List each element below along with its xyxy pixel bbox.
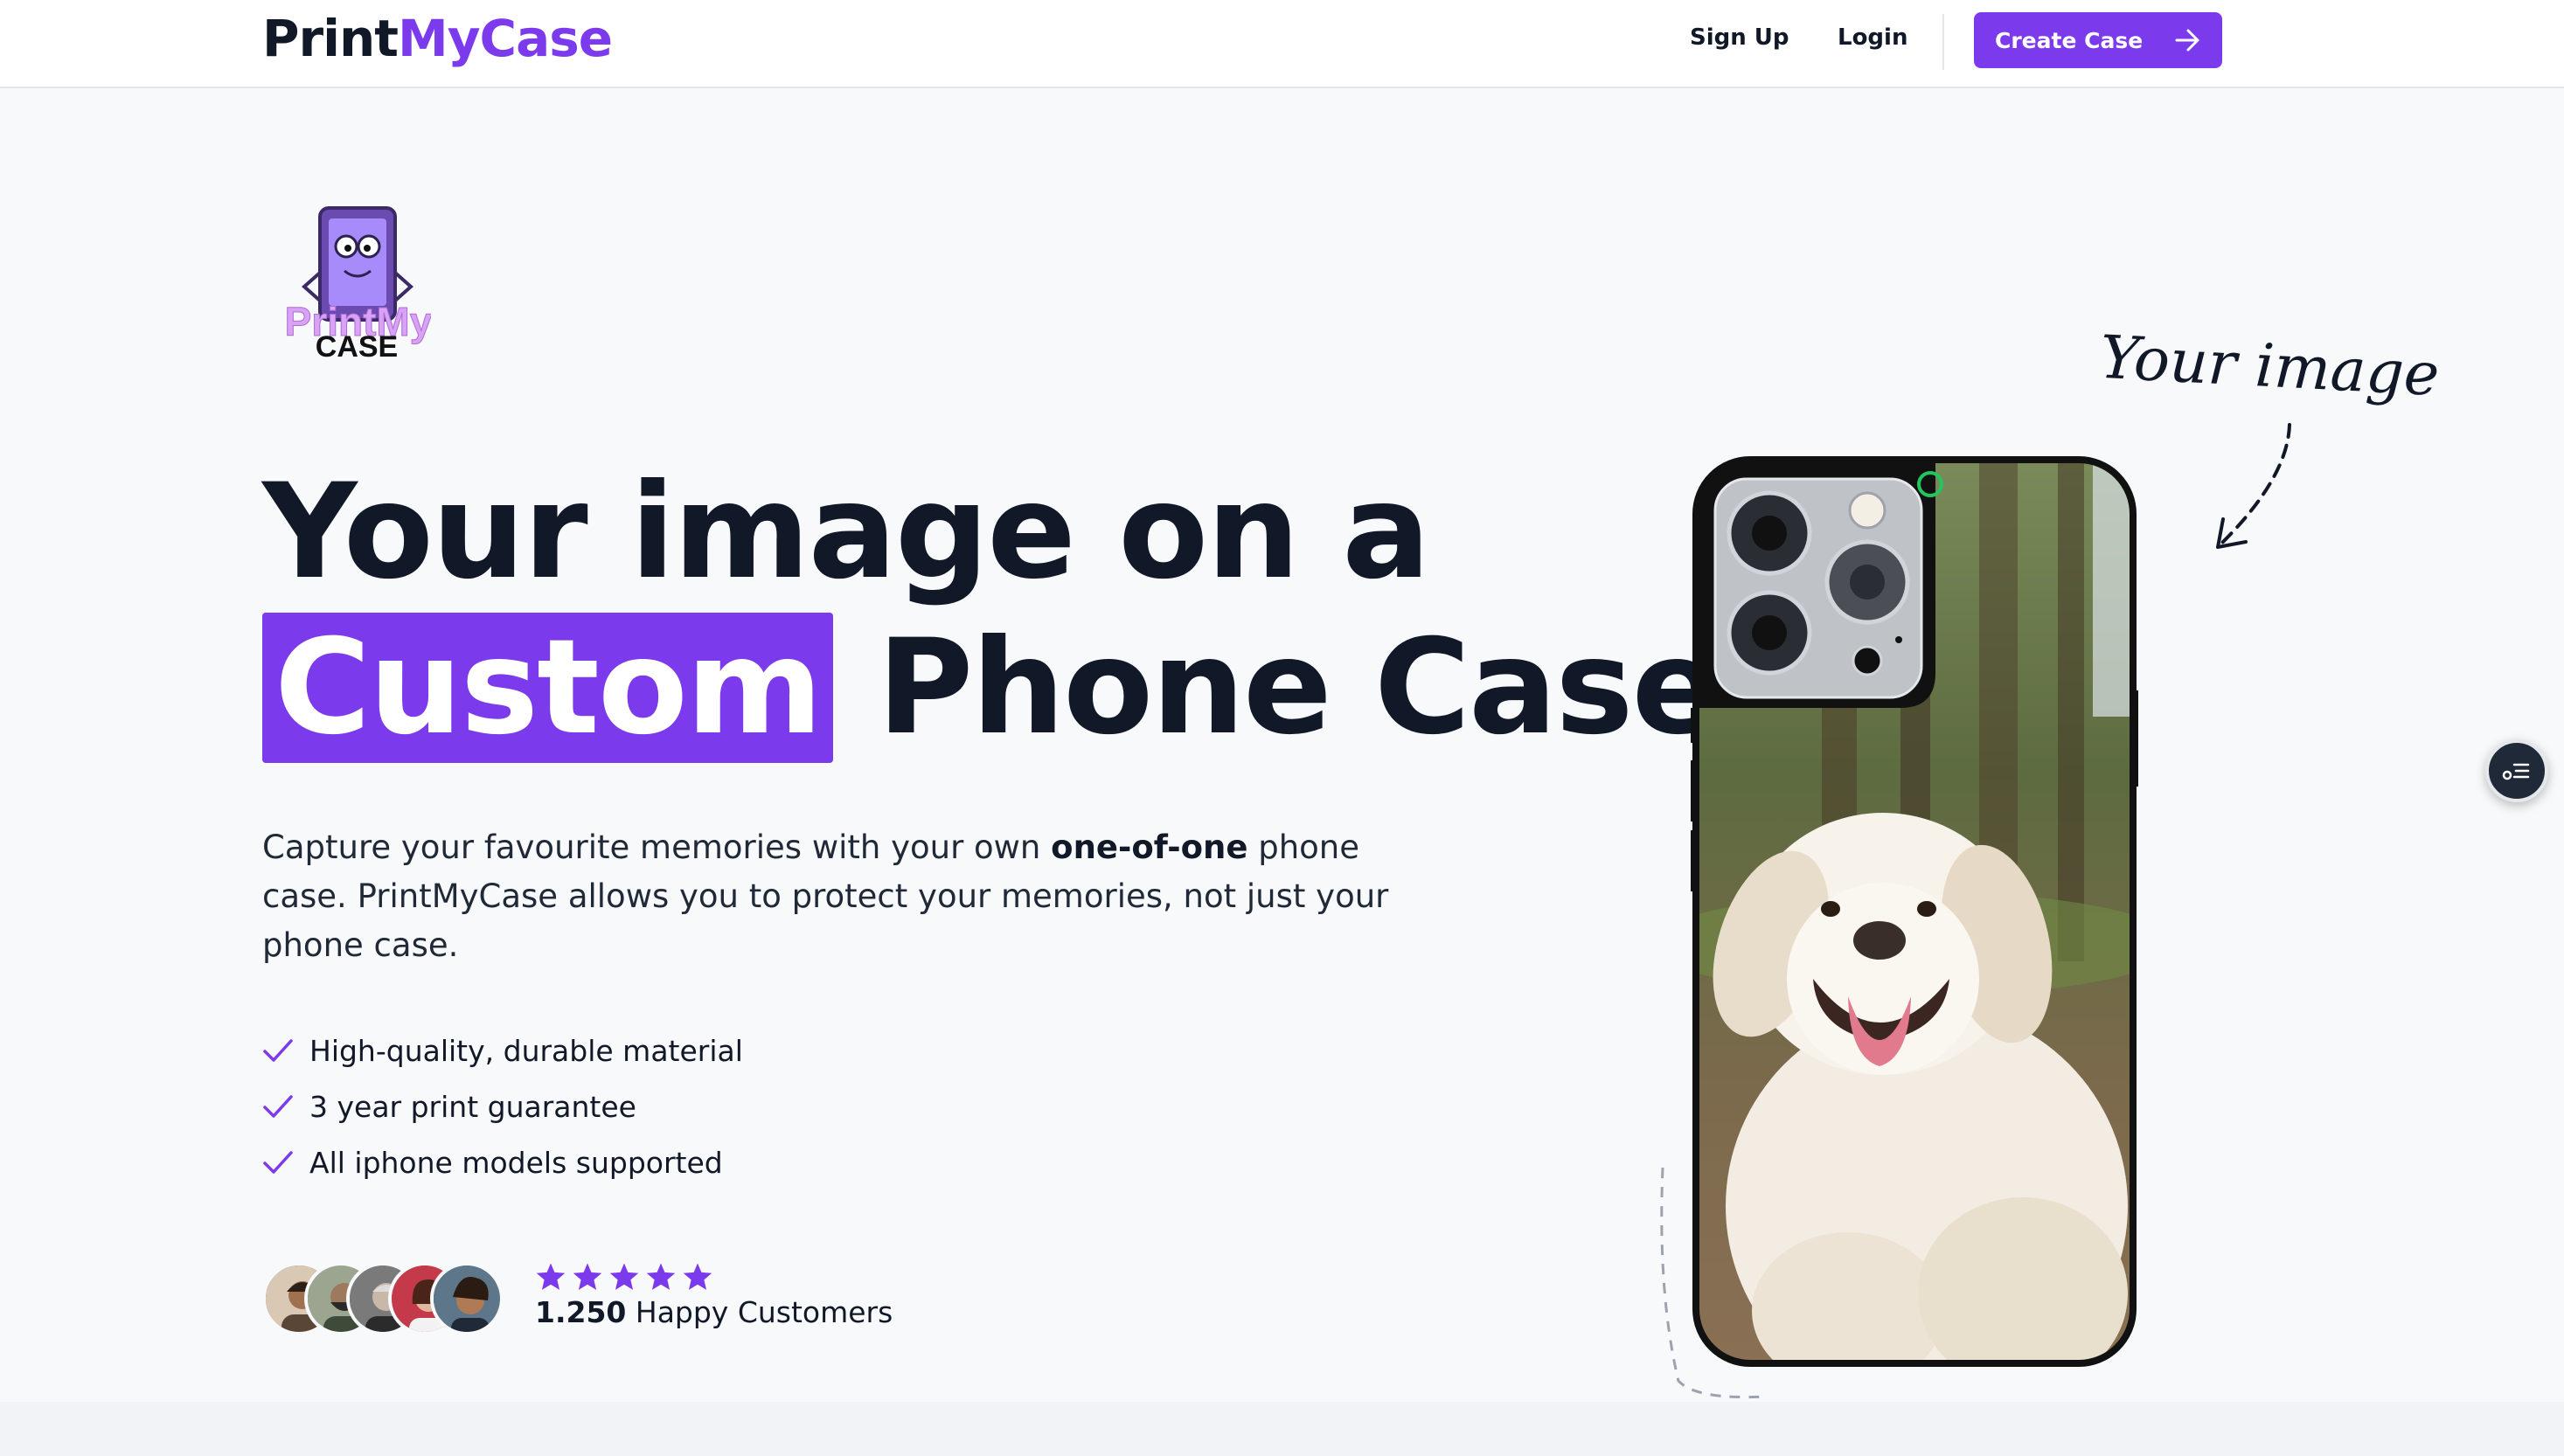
feature-item: High-quality, durable material	[262, 1023, 743, 1078]
section-bottom-strip	[0, 1402, 2564, 1456]
headline-rest: Phone Case	[833, 612, 1720, 764]
headline-line2: Custom Phone Case	[262, 610, 1720, 766]
star-icon	[573, 1263, 602, 1290]
happy-customers-count: 1.250 Happy Customers	[535, 1295, 893, 1329]
checkmark-icon	[263, 1151, 293, 1174]
feature-item: All iphone models supported	[262, 1134, 743, 1190]
avatar	[430, 1262, 504, 1335]
feature-item: 3 year print guarantee	[262, 1078, 743, 1134]
arrow-right-icon	[2175, 29, 2199, 52]
feature-list: High-quality, durable material 3 year pr…	[262, 1023, 743, 1190]
description-part1: Capture your favourite memories with you…	[262, 829, 1052, 866]
brand-logo-text-bottom: CASE	[316, 330, 398, 364]
signup-link[interactable]: Sign Up	[1690, 24, 1789, 51]
star-icon	[646, 1263, 676, 1290]
star-icon	[609, 1263, 639, 1290]
description-bold: one-of-one	[1051, 829, 1248, 866]
logo-text-mycase: MyCase	[398, 9, 613, 68]
list-filter-icon	[2502, 763, 2530, 780]
brand-mascot-logo: PrintMy CASE	[287, 206, 431, 364]
feature-label: 3 year print guarantee	[309, 1089, 636, 1124]
feature-label: All iphone models supported	[309, 1145, 723, 1180]
nav-divider	[1942, 14, 1944, 70]
star-icon	[536, 1263, 566, 1290]
customers-number: 1.250	[535, 1295, 627, 1329]
rating-stars	[535, 1262, 713, 1292]
headline-highlight: Custom	[262, 613, 834, 763]
star-icon	[683, 1263, 712, 1290]
floating-menu-button[interactable]	[2485, 739, 2548, 802]
hero-description: Capture your favourite memories with you…	[262, 823, 1434, 970]
hero-headline: Your image on a Custom Phone Case	[262, 454, 1720, 766]
handwritten-note: Your image	[2098, 322, 2442, 411]
customers-label: Happy Customers	[626, 1295, 893, 1329]
login-link[interactable]: Login	[1838, 24, 1907, 51]
hand-drawn-arrow-icon	[2216, 423, 2291, 549]
phone-case-preview	[1691, 456, 2138, 1367]
headline-line1: Your image on a	[262, 456, 1430, 608]
top-navbar: PrintMyCase Sign Up Login Create Case	[0, 0, 2564, 88]
create-case-label: Create Case	[1995, 27, 2144, 53]
feature-label: High-quality, durable material	[309, 1033, 743, 1068]
create-case-button[interactable]: Create Case	[1974, 12, 2222, 68]
checkmark-icon	[263, 1095, 293, 1118]
checkmark-icon	[263, 1039, 293, 1062]
logo-text-print: Print	[262, 9, 399, 68]
site-logo[interactable]: PrintMyCase	[262, 9, 613, 68]
